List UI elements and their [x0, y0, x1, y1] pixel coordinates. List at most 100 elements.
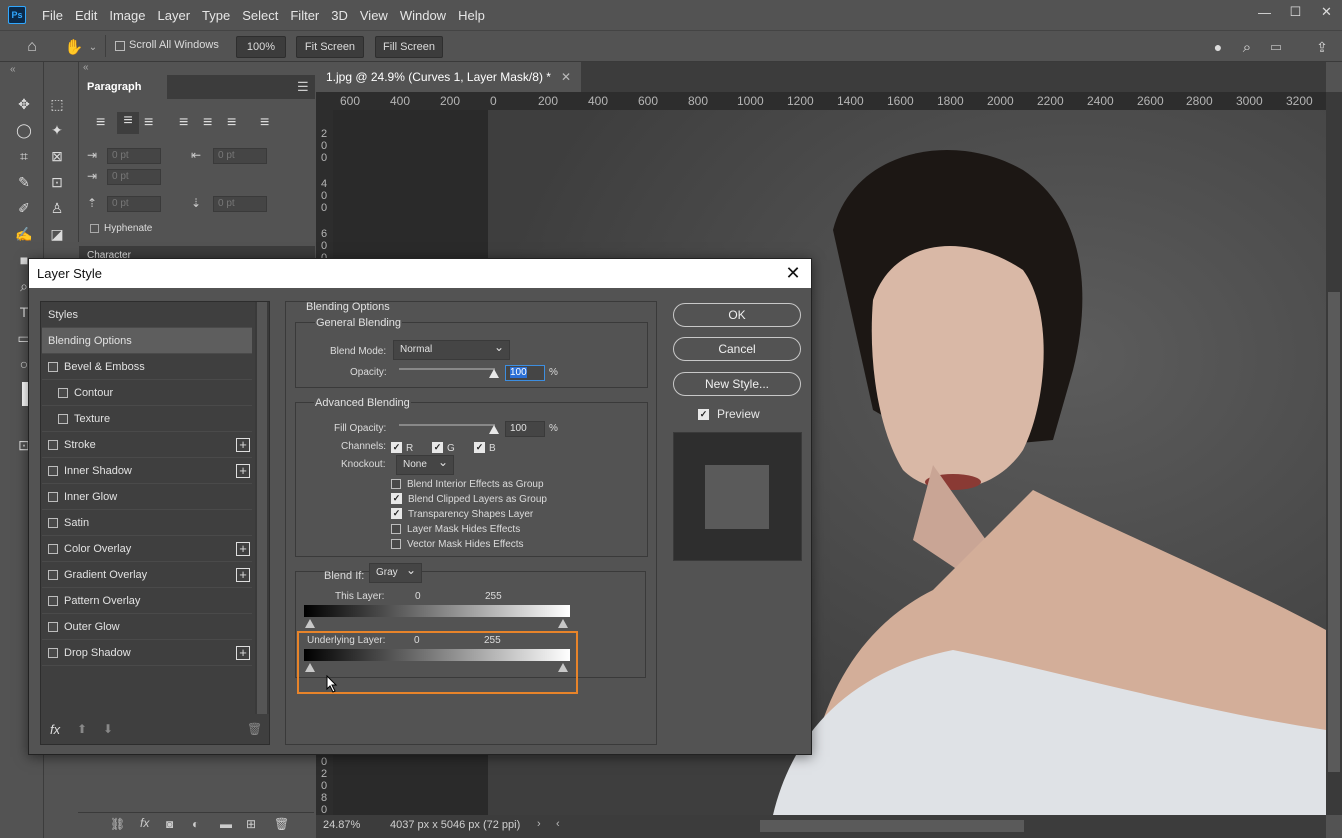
- justify-all-icon[interactable]: ≡: [260, 114, 269, 132]
- restore-button[interactable]: ☐: [1280, 0, 1311, 24]
- style-checkbox[interactable]: [58, 414, 68, 425]
- tab-paragraph[interactable]: Paragraph: [79, 75, 167, 99]
- horizontal-scroll-thumb[interactable]: [760, 820, 1024, 832]
- adjustment-icon[interactable]: ◐: [192, 817, 199, 831]
- channel-b-checkbox[interactable]: ✓ B: [474, 440, 496, 454]
- add-effect-icon[interactable]: +: [236, 464, 250, 478]
- this-layer-black-thumb[interactable]: [305, 619, 315, 628]
- style-item-bevel-emboss[interactable]: Bevel & Emboss: [42, 354, 252, 380]
- menu-edit[interactable]: Edit: [69, 8, 103, 23]
- style-item-outer-glow[interactable]: Outer Glow: [42, 614, 252, 640]
- indent-right-field[interactable]: 0 pt: [213, 148, 267, 164]
- option-checkbox[interactable]: [391, 523, 401, 534]
- menu-filter[interactable]: Filter: [284, 8, 325, 23]
- knockout-select[interactable]: None: [396, 453, 454, 475]
- chevron-right-icon[interactable]: ›: [537, 818, 541, 830]
- scroll-thumb[interactable]: [257, 302, 267, 714]
- lasso-tool-icon[interactable]: ◯: [13, 119, 35, 141]
- fit-screen-button[interactable]: Fit Screen: [296, 36, 364, 58]
- opacity-slider[interactable]: [399, 368, 495, 370]
- close-window-button[interactable]: ✕: [1311, 0, 1342, 24]
- style-item-satin[interactable]: Satin: [42, 510, 252, 536]
- eyedropper-icon[interactable]: ✎: [13, 171, 35, 193]
- frame-tool-icon[interactable]: ⊠: [46, 145, 68, 167]
- panel-menu-icon[interactable]: ☰: [297, 79, 309, 95]
- style-item-stroke[interactable]: Stroke +: [42, 432, 252, 458]
- styles-header[interactable]: Styles: [42, 302, 252, 328]
- menu-image[interactable]: Image: [103, 8, 151, 23]
- add-effect-icon[interactable]: +: [236, 542, 250, 556]
- style-checkbox[interactable]: [48, 440, 58, 451]
- style-item-inner-shadow[interactable]: Inner Shadow +: [42, 458, 252, 484]
- menu-select[interactable]: Select: [236, 8, 284, 23]
- style-checkbox[interactable]: [48, 596, 58, 607]
- option-transparency-shapes-layer[interactable]: ✓ Transparency Shapes Layer: [391, 506, 533, 520]
- style-item-pattern-overlay[interactable]: Pattern Overlay: [42, 588, 252, 614]
- menu-window[interactable]: Window: [394, 8, 452, 23]
- add-effect-icon[interactable]: +: [236, 438, 250, 452]
- indent-first-field[interactable]: 0 pt: [107, 169, 161, 185]
- scroll-all-windows-checkbox[interactable]: [115, 41, 125, 51]
- underlying-layer-gradient[interactable]: [304, 649, 570, 661]
- option-blend-interior-effects-as-group[interactable]: Blend Interior Effects as Group: [391, 476, 544, 490]
- minimize-button[interactable]: —: [1249, 0, 1280, 24]
- fx-menu-icon[interactable]: fx: [50, 722, 60, 737]
- menu-help[interactable]: Help: [452, 8, 491, 23]
- style-checkbox[interactable]: [48, 492, 58, 503]
- move-up-icon[interactable]: ⬆: [77, 722, 87, 736]
- style-checkbox[interactable]: [48, 518, 58, 529]
- option-checkbox[interactable]: [391, 538, 401, 549]
- magic-wand-icon[interactable]: ✦: [46, 119, 68, 141]
- chevron-left-icon[interactable]: ‹: [556, 818, 560, 830]
- justify-center-icon[interactable]: ≡: [203, 114, 212, 132]
- delete-effect-icon[interactable]: 🗑: [247, 722, 262, 736]
- option-vector-mask-hides-effects[interactable]: Vector Mask Hides Effects: [391, 536, 524, 550]
- home-icon[interactable]: ⌂: [22, 37, 42, 57]
- stamp-tool-icon[interactable]: ♙: [46, 197, 68, 219]
- mask-icon[interactable]: ◙: [166, 817, 173, 831]
- style-checkbox[interactable]: [48, 544, 58, 555]
- underlying-white-thumb[interactable]: [558, 663, 568, 672]
- folder-icon[interactable]: ▬: [220, 817, 232, 831]
- style-checkbox[interactable]: [48, 622, 58, 633]
- menu-file[interactable]: File: [36, 8, 69, 23]
- style-checkbox[interactable]: [58, 388, 68, 399]
- menu-type[interactable]: Type: [196, 8, 236, 23]
- channel-r-checkbox[interactable]: ✓ R: [391, 440, 413, 454]
- option-checkbox[interactable]: [391, 478, 401, 489]
- new-layer-icon[interactable]: ⊞: [246, 817, 256, 831]
- fill-opacity-input[interactable]: 100: [505, 421, 545, 437]
- style-item-color-overlay[interactable]: Color Overlay +: [42, 536, 252, 562]
- patch-tool-icon[interactable]: ⊡: [46, 171, 68, 193]
- cancel-button[interactable]: Cancel: [673, 337, 801, 361]
- blend-if-select[interactable]: Gray: [369, 561, 422, 583]
- space-after-field[interactable]: 0 pt: [213, 196, 267, 212]
- tab-character[interactable]: Character: [87, 250, 131, 258]
- zoom-readout[interactable]: 24.87%: [323, 819, 360, 831]
- fill-opacity-slider-thumb[interactable]: [489, 425, 499, 434]
- checkmark-icon[interactable]: ✓: [391, 493, 402, 505]
- checkmark-icon[interactable]: ✓: [391, 508, 402, 520]
- preview-checkbox[interactable]: ✓: [698, 407, 713, 421]
- marquee-tool-icon[interactable]: ⬚: [46, 93, 68, 115]
- search-icon[interactable]: ⌕: [1237, 37, 1257, 57]
- fill-opacity-slider[interactable]: [399, 424, 495, 426]
- styles-scrollbar[interactable]: [255, 302, 269, 714]
- ok-button[interactable]: OK: [673, 303, 801, 327]
- justify-left-icon[interactable]: ≡: [179, 114, 188, 132]
- move-down-icon[interactable]: ⬇: [103, 722, 113, 736]
- space-before-field[interactable]: 0 pt: [107, 196, 161, 212]
- fill-screen-button[interactable]: Fill Screen: [375, 36, 443, 58]
- align-right-icon[interactable]: ≡: [144, 114, 153, 132]
- style-checkbox[interactable]: [48, 466, 58, 477]
- style-item-gradient-overlay[interactable]: Gradient Overlay +: [42, 562, 252, 588]
- collapse-icon[interactable]: «: [10, 64, 16, 75]
- user-icon[interactable]: ●: [1208, 37, 1228, 57]
- opacity-slider-thumb[interactable]: [489, 369, 499, 378]
- menu-layer[interactable]: Layer: [152, 8, 197, 23]
- link-icon[interactable]: ⛓: [110, 817, 125, 831]
- menu-3d[interactable]: 3D: [325, 8, 354, 23]
- style-item-blending-options[interactable]: Blending Options: [42, 328, 252, 354]
- hand-tool-icon[interactable]: ✋: [64, 37, 84, 57]
- channel-g-checkbox[interactable]: ✓ G: [432, 440, 455, 454]
